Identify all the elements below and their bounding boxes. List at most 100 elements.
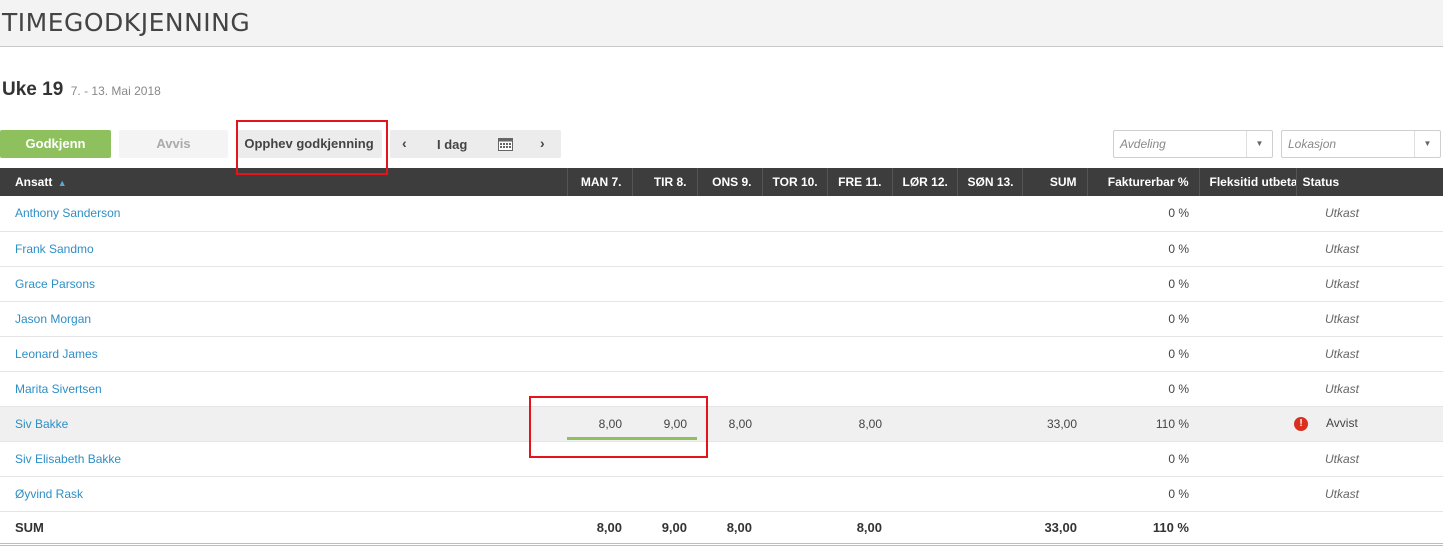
column-header-sun[interactable]: SØN 13. <box>956 168 1022 196</box>
flex-cell <box>1199 266 1296 302</box>
hours-cell-sum <box>1022 371 1087 407</box>
column-header-sat[interactable]: LØR 12. <box>891 168 957 196</box>
employee-name-link[interactable]: Jason Morgan <box>0 301 567 337</box>
column-header-fri[interactable]: FRE 11. <box>826 168 892 196</box>
hours-cell-mon <box>567 336 632 372</box>
hours-cell-tue <box>632 301 697 337</box>
employee-name-link[interactable]: Siv Bakke <box>0 406 567 442</box>
hours-cell-fri <box>827 301 892 337</box>
table-row[interactable]: Grace Parsons 0 % Utkast <box>0 266 1443 302</box>
hours-cell-fri <box>827 371 892 407</box>
week-label: Uke 19 <box>2 79 64 100</box>
table-row[interactable]: Frank Sandmo 0 % Utkast <box>0 231 1443 267</box>
hours-cell-wed <box>697 266 762 302</box>
billable-cell: 0 % <box>1087 196 1199 232</box>
hours-cell-fri <box>827 476 892 512</box>
column-header-sum[interactable]: SUM <box>1021 168 1087 196</box>
column-header-status[interactable]: Status <box>1295 168 1443 196</box>
hours-cell-sat <box>892 406 957 442</box>
employee-name-link[interactable]: Anthony Sanderson <box>0 196 567 232</box>
employee-name-link[interactable]: Marita Sivertsen <box>0 371 567 407</box>
status-cell: Utkast <box>1296 476 1443 512</box>
department-select[interactable]: Avdeling ▼ <box>1113 130 1273 158</box>
hours-cell-sun <box>957 231 1022 267</box>
department-placeholder: Avdeling <box>1120 137 1166 151</box>
previous-week-button[interactable]: ‹ <box>402 135 407 151</box>
top-header-bar: TIMEGODKJENNING <box>0 0 1443 47</box>
table-row[interactable]: Marita Sivertsen 0 % Utkast <box>0 371 1443 407</box>
approve-button[interactable]: Godkjenn <box>0 130 111 158</box>
flex-cell <box>1199 301 1296 337</box>
chevron-down-icon: ▼ <box>1414 131 1440 157</box>
employee-name-link[interactable]: Leonard James <box>0 336 567 372</box>
next-week-button[interactable]: › <box>540 135 545 151</box>
column-header-mon[interactable]: MAN 7. <box>566 168 632 196</box>
hours-cell-wed <box>697 476 762 512</box>
hours-cell-mon <box>567 266 632 302</box>
hours-cell-tue <box>632 336 697 372</box>
column-header-flex[interactable]: Fleksitid utbetalt <box>1198 168 1296 196</box>
column-header-thu[interactable]: TOR 10. <box>761 168 827 196</box>
hours-cell-thu <box>762 196 827 232</box>
employee-name-link[interactable]: Grace Parsons <box>0 266 567 302</box>
hours-cell-mon <box>567 301 632 337</box>
status-cell: Utkast <box>1296 371 1443 407</box>
hours-cell-sun <box>957 301 1022 337</box>
hours-cell-tue <box>632 231 697 267</box>
hours-cell-thu <box>762 266 827 302</box>
sum-fri: 8,00 <box>827 511 892 546</box>
hours-cell-fri <box>827 266 892 302</box>
flex-cell <box>1199 196 1296 232</box>
sum-label: SUM <box>0 511 567 546</box>
billable-cell: 110 % <box>1087 406 1199 442</box>
hours-cell-thu <box>762 476 827 512</box>
table-row[interactable]: Jason Morgan 0 % Utkast <box>0 301 1443 337</box>
billable-cell: 0 % <box>1087 301 1199 337</box>
billable-cell: 0 % <box>1087 266 1199 302</box>
employee-name-link[interactable]: Øyvind Rask <box>0 476 567 512</box>
table-row[interactable]: Siv Elisabeth Bakke 0 % Utkast <box>0 441 1443 477</box>
hours-cell-thu <box>762 406 827 442</box>
hours-cell-fri <box>827 196 892 232</box>
page-title: TIMEGODKJENNING <box>2 8 251 37</box>
hours-cell-sun <box>957 336 1022 372</box>
hours-cell-fri: 8,00 <box>827 406 892 442</box>
hours-cell-wed <box>697 231 762 267</box>
location-placeholder: Lokasjon <box>1288 137 1337 151</box>
today-button[interactable]: I dag <box>437 137 467 152</box>
hours-cell-thu <box>762 371 827 407</box>
hours-cell-sum <box>1022 336 1087 372</box>
annotation-highlight-button <box>236 120 388 175</box>
hours-cell-fri <box>827 231 892 267</box>
hours-cell-fri <box>827 336 892 372</box>
table-row[interactable]: Øyvind Rask 0 % Utkast <box>0 476 1443 512</box>
hours-cell-sum <box>1022 301 1087 337</box>
location-select[interactable]: Lokasjon ▼ <box>1281 130 1441 158</box>
billable-cell: 0 % <box>1087 476 1199 512</box>
hours-cell-sum <box>1022 266 1087 302</box>
sum-row: SUM 8,00 9,00 8,00 8,00 33,00 110 % <box>0 511 1443 546</box>
employee-name-link[interactable]: Frank Sandmo <box>0 231 567 267</box>
hours-cell-sat <box>892 336 957 372</box>
hours-cell-sun <box>957 441 1022 477</box>
column-header-tue[interactable]: TIR 8. <box>631 168 697 196</box>
reject-button[interactable]: Avvis <box>119 130 228 158</box>
week-date-range: 7. - 13. Mai 2018 <box>70 84 161 98</box>
table-row-selected[interactable]: Siv Bakke 8,00 9,00 8,00 8,00 33,00 110 … <box>0 406 1443 442</box>
hours-cell-sun <box>957 266 1022 302</box>
warning-icon: ! <box>1294 416 1308 431</box>
hours-cell-sat <box>892 266 957 302</box>
hours-cell-sum <box>1022 441 1087 477</box>
hours-cell-sat <box>892 196 957 232</box>
hours-cell-thu <box>762 231 827 267</box>
week-heading: Uke 19 7. - 13. Mai 2018 <box>2 79 161 101</box>
calendar-icon[interactable] <box>498 137 513 151</box>
sum-tue: 9,00 <box>632 511 697 546</box>
column-header-wed[interactable]: ONS 9. <box>696 168 762 196</box>
employee-name-link[interactable]: Siv Elisabeth Bakke <box>0 441 567 477</box>
date-navigation: ‹ I dag › <box>390 130 561 158</box>
column-header-billable[interactable]: Fakturerbar % <box>1086 168 1199 196</box>
table-row[interactable]: Leonard James 0 % Utkast <box>0 336 1443 372</box>
timesheet-table: Ansatt ▲ MAN 7. TIR 8. ONS 9. TOR 10. FR… <box>0 168 1443 546</box>
table-row[interactable]: Anthony Sanderson 0 % Utkast <box>0 196 1443 232</box>
